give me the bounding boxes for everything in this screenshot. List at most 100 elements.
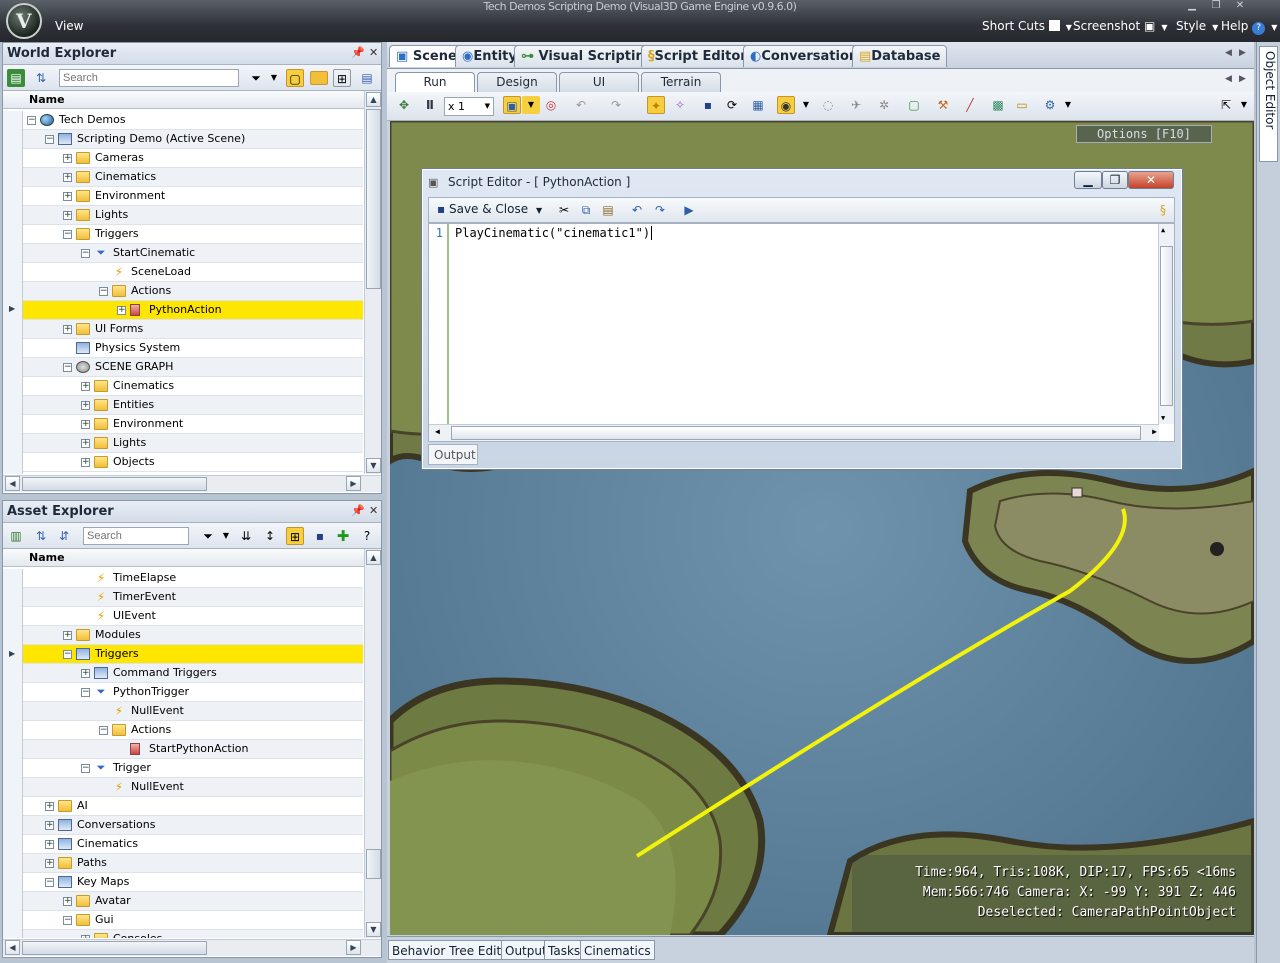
tree-row[interactable]: + Consoles: [23, 930, 363, 938]
expand-icon[interactable]: +: [63, 192, 72, 201]
expand-icon[interactable]: +: [81, 439, 90, 448]
run-icon[interactable]: ▶: [680, 201, 698, 219]
tab-design[interactable]: Design: [477, 72, 557, 92]
scroll-left-icon[interactable]: ◀: [5, 940, 20, 955]
scroll-right-icon[interactable]: ▶: [1152, 427, 1157, 436]
asset-search-input[interactable]: [83, 527, 189, 545]
speed-select[interactable]: x 1 ▼: [444, 97, 494, 116]
view-mode-1-icon[interactable]: ▢: [286, 69, 304, 87]
save-close-button[interactable]: ▪ Save & Close ▼: [437, 202, 542, 216]
hscroll-thumb[interactable]: [451, 426, 1141, 440]
scroll-up-icon[interactable]: ▲: [366, 92, 381, 107]
tree-row[interactable]: − Actions: [23, 721, 363, 740]
world-search-input[interactable]: [59, 69, 239, 87]
add-asset-icon[interactable]: ▥: [7, 527, 25, 545]
collapse-all-icon[interactable]: ⇅: [32, 69, 50, 87]
save-icon[interactable]: ▪: [311, 527, 329, 545]
code-vscroll[interactable]: ▲ ▼: [1158, 224, 1174, 424]
scroll-left-icon[interactable]: ◀: [435, 427, 440, 436]
tree-row[interactable]: + Avatar: [23, 892, 363, 911]
world-name-column[interactable]: Name: [3, 91, 381, 109]
expand-icon[interactable]: +: [45, 821, 54, 830]
minimize-icon[interactable]: ▁: [1183, 1, 1201, 12]
tab-scroll-left-icon[interactable]: ◀: [1225, 48, 1232, 58]
collapse-icon[interactable]: −: [45, 135, 54, 144]
tree-row[interactable]: + AI: [23, 797, 363, 816]
tree-row[interactable]: + Cinematics: [23, 168, 363, 187]
expand-icon[interactable]: +: [81, 401, 90, 410]
tab-scroll-right-icon[interactable]: ▶: [1239, 48, 1246, 58]
scroll-down-icon[interactable]: ▼: [366, 922, 381, 937]
code-line[interactable]: PlayCinematic("cinematic1"): [455, 226, 653, 240]
expand-icon[interactable]: +: [63, 631, 72, 640]
scroll-up-icon[interactable]: ▲: [1161, 226, 1165, 234]
object-editor-tab[interactable]: Object Editor: [1259, 46, 1278, 162]
tree-row[interactable]: − Triggers: [23, 645, 363, 664]
tree-row[interactable]: − ⏷ Trigger: [23, 759, 363, 778]
tree-row[interactable]: + Objects: [23, 453, 363, 472]
tree-row[interactable]: + Cinematics: [23, 835, 363, 854]
add-icon[interactable]: ✚: [334, 527, 352, 545]
window-icon[interactable]: ▢: [905, 96, 923, 114]
expand-icon[interactable]: +: [81, 420, 90, 429]
tab-cinematics[interactable]: Cinematics: [580, 940, 655, 960]
hammer-icon[interactable]: ⚒: [934, 96, 952, 114]
expand-icon[interactable]: +: [45, 840, 54, 849]
menu-view[interactable]: View: [55, 19, 83, 33]
tree-row[interactable]: − Key Maps: [23, 873, 363, 892]
expand-icon[interactable]: +: [63, 173, 72, 182]
collapse-icon[interactable]: −: [27, 116, 36, 125]
collapse-icon[interactable]: −: [81, 249, 90, 258]
image-icon[interactable]: ▩: [989, 96, 1007, 114]
expand-icon[interactable]: +: [63, 325, 72, 334]
tree-row[interactable]: + PythonAction: [23, 301, 363, 320]
output-tab[interactable]: Output: [428, 444, 478, 465]
collapse-all-icon[interactable]: ⇅: [32, 527, 50, 545]
redo-icon[interactable]: ↷: [607, 96, 625, 114]
filter-icon[interactable]: ⏷: [199, 527, 217, 545]
scroll-right-icon[interactable]: ▶: [346, 476, 361, 491]
tab-ui[interactable]: UI: [559, 72, 639, 92]
tree-row[interactable]: − Gui: [23, 911, 363, 930]
select-tool-icon[interactable]: ✥: [395, 96, 413, 114]
tree-row[interactable]: + Lights: [23, 434, 363, 453]
record-icon[interactable]: ◎: [542, 96, 560, 114]
collapse-icon[interactable]: −: [63, 230, 72, 239]
collapse-icon[interactable]: −: [63, 650, 72, 659]
sort-icon[interactable]: ⇊: [237, 527, 255, 545]
popout-dropdown-icon[interactable]: ▼: [1235, 96, 1253, 114]
tree-row[interactable]: + UI Forms: [23, 320, 363, 339]
scroll-down-icon[interactable]: ▼: [366, 458, 381, 473]
close-icon[interactable]: ✕: [1231, 1, 1249, 12]
scroll-thumb[interactable]: [1160, 246, 1173, 406]
expand-icon[interactable]: +: [81, 935, 90, 938]
scroll-thumb[interactable]: [366, 109, 381, 289]
tree-row[interactable]: − SCENE GRAPH: [23, 358, 363, 377]
tree-row[interactable]: + Cameras: [23, 149, 363, 168]
eye-icon[interactable]: ◌: [819, 96, 837, 114]
tree-row[interactable]: − Triggers: [23, 225, 363, 244]
menu-screenshot[interactable]: Screenshot ▣ ▼: [1073, 19, 1168, 33]
film-icon[interactable]: ▭: [1013, 96, 1031, 114]
hscroll-thumb[interactable]: [22, 941, 207, 955]
gear-icon[interactable]: ✲: [875, 96, 893, 114]
tree-row[interactable]: − Scripting Demo (Active Scene): [23, 130, 363, 149]
new-scene-icon[interactable]: ▤: [7, 69, 25, 87]
sort-az-icon[interactable]: ↕: [261, 527, 279, 545]
script-icon[interactable]: §: [1154, 201, 1172, 219]
expand-icon[interactable]: +: [81, 458, 90, 467]
restore-icon[interactable]: ❐: [1207, 1, 1225, 12]
expand-icon[interactable]: +: [45, 859, 54, 868]
close-panel-icon[interactable]: ✕: [369, 46, 378, 59]
tree-row[interactable]: ⚡ NullEvent: [23, 778, 363, 797]
filter-dropdown-icon[interactable]: ▼: [265, 69, 283, 87]
tree-row[interactable]: + Lights: [23, 206, 363, 225]
expand-icon[interactable]: +: [117, 306, 126, 315]
tree-row[interactable]: − Tech Demos: [23, 111, 363, 130]
expand-icon[interactable]: +: [81, 382, 90, 391]
pin-icon[interactable]: 📌: [351, 504, 365, 517]
filter-dropdown-icon[interactable]: ▼: [217, 527, 235, 545]
subtab-scroll-right-icon[interactable]: ▶: [1239, 74, 1246, 84]
scroll-right-icon[interactable]: ▶: [346, 940, 361, 955]
tab-script-editor[interactable]: §Script Editor: [641, 45, 754, 67]
